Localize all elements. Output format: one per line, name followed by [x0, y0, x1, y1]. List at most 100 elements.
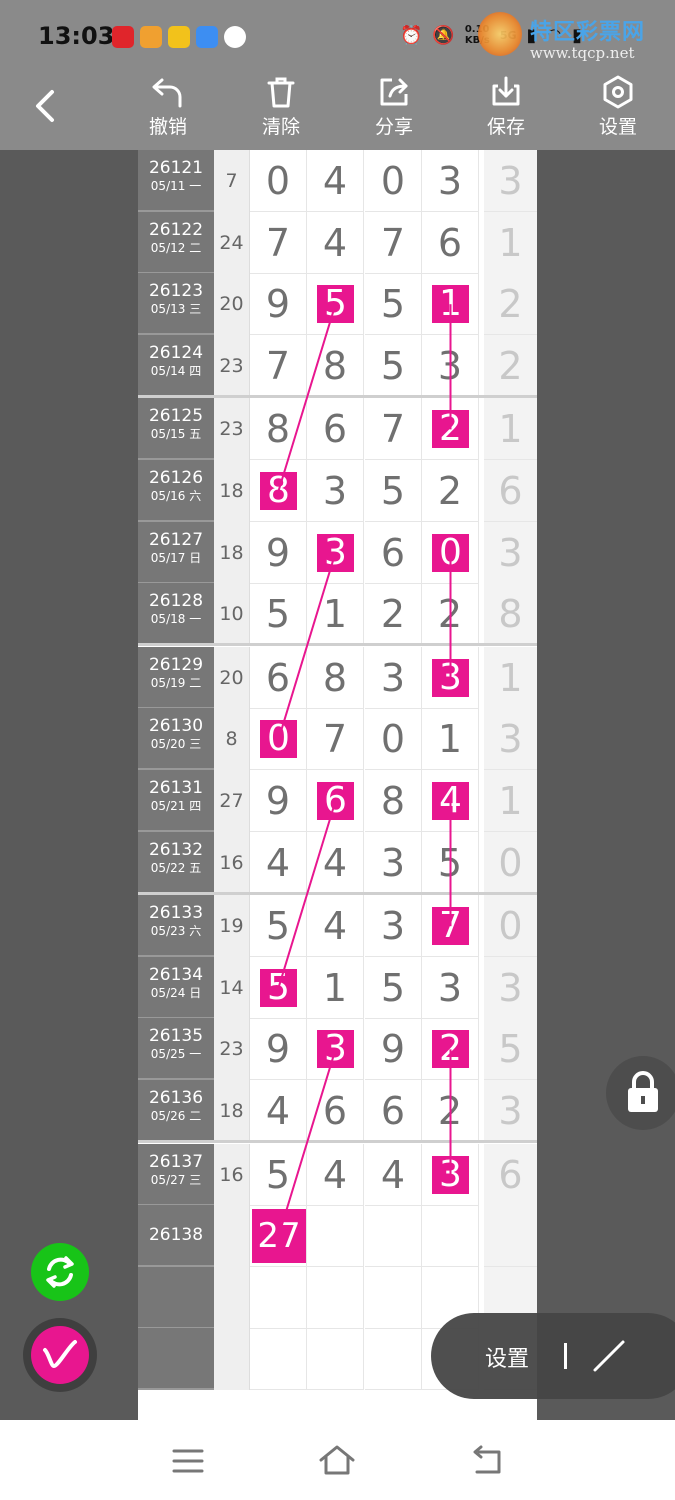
digit-cell[interactable]: [307, 1205, 364, 1268]
digit-cell[interactable]: 7: [422, 895, 479, 958]
digit-cell[interactable]: [307, 1266, 364, 1329]
digit-cell[interactable]: 4: [307, 1143, 364, 1206]
digit-cell[interactable]: 0: [422, 521, 479, 584]
digit-cell[interactable]: 5: [365, 956, 422, 1019]
highlighted-digit[interactable]: 3: [317, 533, 354, 572]
digit-cell[interactable]: [365, 1205, 422, 1268]
digit-cell[interactable]: 3: [422, 956, 479, 1019]
pen-button[interactable]: [23, 1318, 97, 1392]
pill-settings-label[interactable]: 设置: [485, 1341, 529, 1373]
highlighted-digit[interactable]: 5: [317, 285, 354, 324]
digit-cell[interactable]: 3: [422, 1143, 479, 1206]
digit-cell[interactable]: 1: [422, 708, 479, 771]
digit-cell[interactable]: 4: [250, 1080, 307, 1142]
digit-cell[interactable]: 6: [365, 1080, 422, 1142]
digit-cell[interactable]: 2: [422, 1018, 479, 1081]
digit-cell[interactable]: 2: [422, 1080, 479, 1142]
digit-cell[interactable]: 6: [307, 398, 364, 461]
settings-button[interactable]: 设置: [578, 72, 658, 150]
digit-cell[interactable]: 4: [307, 831, 364, 894]
digit-cell[interactable]: [422, 1205, 479, 1268]
digit-cell[interactable]: [365, 1266, 422, 1329]
draw-settings-pill[interactable]: 设置: [431, 1313, 675, 1399]
digit-cell[interactable]: 4: [365, 1143, 422, 1206]
digit-cell[interactable]: 0: [250, 150, 307, 212]
digit-cell[interactable]: 3: [307, 1018, 364, 1081]
digit-cell[interactable]: 5: [250, 895, 307, 958]
digit-cell[interactable]: 5: [250, 1143, 307, 1206]
digit-cell[interactable]: 3: [422, 646, 479, 709]
digit-cell[interactable]: 3: [365, 831, 422, 894]
digit-cell[interactable]: 9: [250, 521, 307, 584]
digit-cell[interactable]: 3: [307, 521, 364, 584]
digit-cell[interactable]: [250, 1328, 307, 1391]
digit-cell[interactable]: 7: [250, 211, 307, 274]
digit-cell[interactable]: 3: [422, 334, 479, 397]
digit-cell[interactable]: 9: [250, 770, 307, 832]
digit-cell[interactable]: 5: [307, 273, 364, 336]
digit-cell[interactable]: 9: [250, 273, 307, 336]
highlighted-digit[interactable]: 8: [260, 472, 297, 510]
digit-cell[interactable]: 1: [307, 583, 364, 646]
digit-cell[interactable]: 27: [250, 1205, 307, 1268]
digit-cell[interactable]: 2: [422, 583, 479, 646]
highlighted-digit[interactable]: 0: [260, 720, 297, 759]
back-button[interactable]: [30, 86, 66, 126]
digit-cell[interactable]: 1: [422, 273, 479, 336]
highlighted-digit[interactable]: 5: [260, 968, 297, 1007]
digit-cell[interactable]: 2: [365, 583, 422, 646]
digit-cell[interactable]: 5: [365, 334, 422, 397]
digit-cell[interactable]: 6: [250, 646, 307, 709]
digit-cell[interactable]: 4: [422, 770, 479, 832]
digit-cell[interactable]: 3: [422, 150, 479, 212]
home-icon[interactable]: [317, 1442, 357, 1478]
digit-cell[interactable]: 4: [307, 150, 364, 212]
digit-cell[interactable]: 0: [365, 708, 422, 771]
digit-cell[interactable]: 1: [307, 956, 364, 1019]
digit-cell[interactable]: 5: [365, 460, 422, 522]
highlighted-digit[interactable]: 3: [432, 1155, 469, 1194]
digit-cell[interactable]: 5: [422, 831, 479, 894]
digit-cell[interactable]: 6: [307, 1080, 364, 1142]
digit-cell[interactable]: 4: [307, 211, 364, 274]
digit-cell[interactable]: 3: [365, 646, 422, 709]
digit-cell[interactable]: 7: [365, 398, 422, 461]
line-tool-icon[interactable]: [589, 1336, 629, 1376]
highlighted-digit[interactable]: 1: [432, 285, 469, 324]
digit-cell[interactable]: 9: [250, 1018, 307, 1081]
digit-cell[interactable]: 3: [365, 895, 422, 958]
highlighted-digit[interactable]: 0: [432, 533, 469, 572]
digit-cell[interactable]: 6: [307, 770, 364, 832]
highlighted-digit[interactable]: 3: [432, 658, 469, 697]
clear-button[interactable]: 清除: [241, 72, 321, 150]
highlighted-digit[interactable]: 2: [432, 1030, 469, 1069]
digit-cell[interactable]: 5: [365, 273, 422, 336]
digit-cell[interactable]: 8: [250, 460, 307, 522]
lock-button[interactable]: [606, 1056, 675, 1130]
highlighted-digit[interactable]: 3: [317, 1030, 354, 1069]
undo-button[interactable]: 撤销: [128, 72, 208, 150]
digit-cell[interactable]: 8: [250, 398, 307, 461]
digit-cell[interactable]: 0: [365, 150, 422, 212]
digit-cell[interactable]: 2: [422, 460, 479, 522]
digit-cell[interactable]: 7: [250, 334, 307, 397]
digit-cell[interactable]: [365, 1328, 422, 1391]
back-nav-icon[interactable]: [467, 1444, 507, 1478]
highlighted-digit[interactable]: 7: [432, 907, 469, 946]
digit-cell[interactable]: 5: [250, 583, 307, 646]
digit-cell[interactable]: 8: [307, 646, 364, 709]
digit-cell[interactable]: 4: [250, 831, 307, 894]
highlighted-digit[interactable]: 2: [432, 410, 469, 449]
digit-cell[interactable]: 2: [422, 398, 479, 461]
digit-cell[interactable]: 9: [365, 1018, 422, 1081]
digit-cell[interactable]: 4: [307, 895, 364, 958]
highlighted-digit[interactable]: 27: [252, 1209, 306, 1264]
trend-grid[interactable]: 26121 05/11 一 7 0 4 0 3 3 26122 05/12 二 24 7 4 7 6 1 261…: [138, 150, 537, 1420]
highlighted-digit[interactable]: 6: [317, 782, 354, 820]
digit-cell[interactable]: 7: [365, 211, 422, 274]
save-button[interactable]: 保存: [466, 72, 546, 150]
digit-cell[interactable]: 8: [365, 770, 422, 832]
digit-cell[interactable]: [250, 1266, 307, 1329]
digit-cell[interactable]: 6: [365, 521, 422, 584]
refresh-button[interactable]: [31, 1243, 89, 1301]
